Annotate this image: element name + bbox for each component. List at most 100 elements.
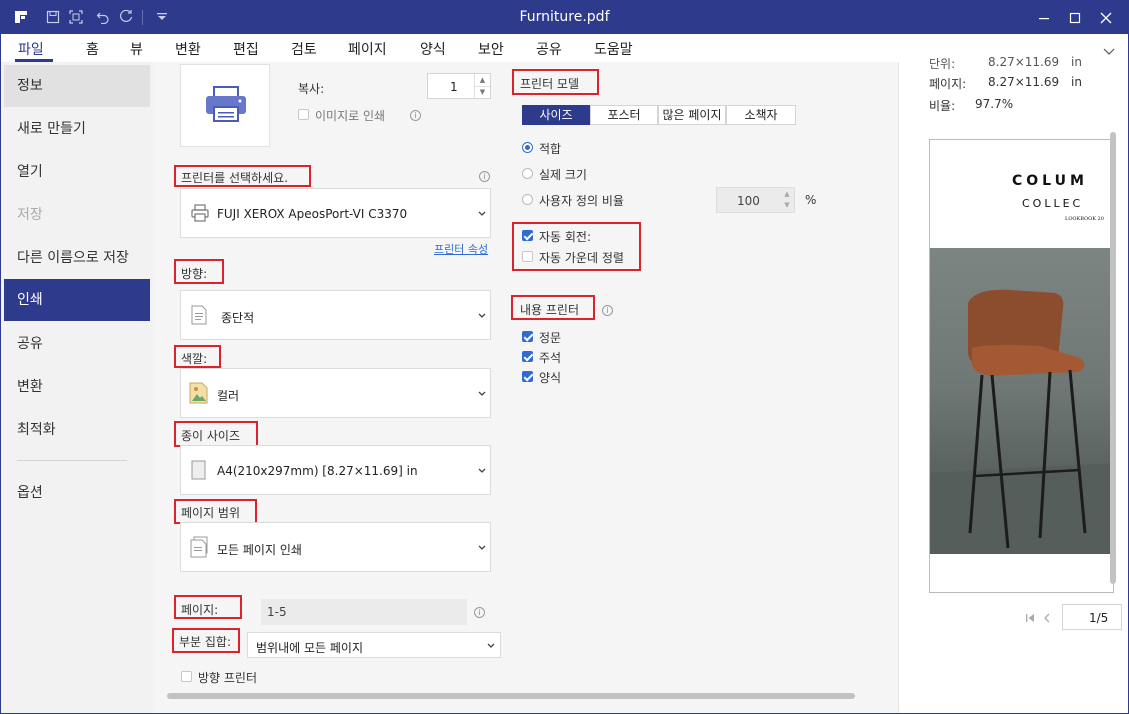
subset-label: 부분 집합: bbox=[179, 635, 232, 649]
document-checkbox[interactable] bbox=[522, 331, 533, 342]
annotations-checkbox[interactable] bbox=[522, 351, 533, 362]
printer-model-label: 프린터 모델 bbox=[520, 77, 580, 91]
auto-center-label: 자동 가운데 정렬 bbox=[539, 251, 624, 265]
menu-share[interactable]: 공유 bbox=[536, 39, 562, 59]
menu-form[interactable]: 양식 bbox=[420, 39, 446, 59]
print-settings-panel: 복사: 1 ▲ ▼ 이미지로 인쇄 i 프린터를 선택하세요. i FUJI X… bbox=[153, 62, 898, 713]
sidebar-item-info[interactable]: 정보 bbox=[4, 65, 150, 107]
pages-label: 페이지: bbox=[181, 603, 219, 617]
sidebar-item-options[interactable]: 옵션 bbox=[4, 472, 150, 514]
copies-value[interactable]: 1 bbox=[450, 80, 458, 94]
copies-up-icon[interactable]: ▲ bbox=[474, 74, 490, 86]
scale-up-icon[interactable]: ▲ bbox=[779, 188, 795, 200]
preview-cut-label: 단위: bbox=[929, 57, 956, 71]
menu-view[interactable]: 뷰 bbox=[130, 39, 143, 59]
horizontal-scrollbar[interactable] bbox=[167, 693, 855, 699]
sidebar-item-convert[interactable]: 변환 bbox=[4, 366, 150, 408]
chair-image-icon bbox=[930, 289, 1113, 554]
printer-properties-link[interactable]: 프린터 속성 bbox=[434, 241, 488, 257]
chevron-down-icon bbox=[478, 468, 486, 473]
menu-edit[interactable]: 편집 bbox=[233, 39, 259, 59]
print-as-image-info-icon[interactable]: i bbox=[410, 110, 421, 121]
tab-poster[interactable]: 포스터 bbox=[590, 105, 658, 125]
chevron-down-icon bbox=[478, 391, 486, 396]
sidebar-item-save-as[interactable]: 다른 이름으로 저장 bbox=[4, 237, 150, 279]
copies-down-icon[interactable]: ▼ bbox=[474, 86, 490, 98]
orientation-dropdown[interactable]: 종단적 bbox=[180, 290, 491, 340]
sidebar-item-new[interactable]: 새로 만들기 bbox=[4, 108, 150, 150]
print-preview-panel: 단위: 8.27×11.69 in 페이지: 8.27×11.69 in 비율:… bbox=[898, 55, 1128, 713]
app-window: Furniture.pdf 파일 홈 뷰 변환 편집 검토 페이지 양식 보안 … bbox=[0, 0, 1129, 714]
select-printer-info-icon[interactable]: i bbox=[479, 171, 490, 182]
menu-bar: 파일 홈 뷰 변환 편집 검토 페이지 양식 보안 공유 도움말 bbox=[1, 34, 1128, 62]
paper-icon bbox=[191, 460, 206, 480]
copies-spinner[interactable]: 1 ▲ ▼ bbox=[427, 73, 491, 99]
maximize-button[interactable] bbox=[1062, 5, 1088, 31]
ribbon-collapse-icon[interactable] bbox=[1103, 45, 1115, 59]
sidebar-item-share[interactable]: 공유 bbox=[4, 323, 150, 365]
tab-size[interactable]: 사이즈 bbox=[522, 105, 590, 125]
first-page-icon[interactable] bbox=[1025, 612, 1035, 626]
pages-value: 1-5 bbox=[267, 605, 287, 619]
auto-center-checkbox[interactable] bbox=[522, 251, 533, 262]
printer-dropdown[interactable]: FUJI XEROX ApeosPort-VI C3370 bbox=[180, 188, 491, 238]
tab-multiple-pages[interactable]: 많은 페이지 bbox=[658, 105, 726, 125]
forms-checkbox[interactable] bbox=[522, 371, 533, 382]
page-range-dropdown[interactable]: 모든 페이지 인쇄 bbox=[180, 522, 491, 572]
orientation-value: 종단적 bbox=[221, 311, 255, 325]
previous-page-icon[interactable] bbox=[1043, 612, 1051, 626]
printer-card bbox=[180, 64, 270, 147]
pages-icon bbox=[190, 536, 208, 558]
menu-convert[interactable]: 변환 bbox=[175, 39, 201, 59]
auto-rotate-label: 자동 회전: bbox=[539, 230, 592, 244]
printer-model-tabs: 사이즈 포스터 많은 페이지 소책자 bbox=[522, 105, 796, 125]
menu-review[interactable]: 검토 bbox=[291, 39, 317, 59]
color-label: 색깔: bbox=[181, 352, 208, 366]
menu-security[interactable]: 보안 bbox=[478, 39, 504, 59]
content-printer-label: 내용 프린터 bbox=[520, 303, 580, 317]
color-dropdown[interactable]: 컬러 bbox=[180, 368, 491, 418]
sidebar-item-open[interactable]: 열기 bbox=[4, 151, 150, 193]
actual-size-radio[interactable] bbox=[522, 168, 533, 179]
menu-file[interactable]: 파일 bbox=[18, 39, 44, 59]
chevron-down-icon bbox=[478, 545, 486, 550]
content-printer-info-icon[interactable]: i bbox=[602, 305, 613, 316]
preview-ratio-label: 비율: bbox=[929, 99, 956, 113]
sidebar-item-optimize[interactable]: 최적화 bbox=[4, 409, 150, 451]
custom-scale-label: 사용자 정의 비율 bbox=[539, 194, 624, 208]
custom-scale-spinner[interactable]: 100 ▲ ▼ bbox=[716, 187, 795, 213]
orientation-label: 방향: bbox=[181, 267, 208, 281]
page-number-input[interactable]: 1/5 bbox=[1062, 604, 1122, 630]
pages-info-icon[interactable]: i bbox=[474, 607, 485, 618]
sidebar-item-print[interactable]: 인쇄 bbox=[4, 279, 150, 321]
menu-page[interactable]: 페이지 bbox=[348, 39, 387, 59]
forms-label: 양식 bbox=[539, 371, 562, 385]
subset-value: 범위내에 모든 페이지 bbox=[256, 641, 363, 655]
color-value: 컬러 bbox=[217, 389, 240, 403]
fit-radio[interactable] bbox=[522, 142, 533, 153]
page-small-text: LOOKBOOK 20 bbox=[1065, 216, 1104, 222]
reverse-printer-label: 방향 프린터 bbox=[198, 671, 258, 685]
close-button[interactable] bbox=[1093, 5, 1119, 31]
printer-icon bbox=[206, 86, 246, 122]
chevron-down-icon bbox=[478, 313, 486, 318]
paper-size-dropdown[interactable]: A4(210x297mm) [8.27×11.69] in bbox=[180, 445, 491, 495]
preview-page-unit: in bbox=[1071, 75, 1082, 89]
auto-rotate-checkbox[interactable] bbox=[522, 230, 533, 241]
preview-vertical-scrollbar[interactable] bbox=[1110, 132, 1116, 584]
menu-home[interactable]: 홈 bbox=[86, 39, 99, 59]
minimize-button[interactable] bbox=[1031, 5, 1057, 31]
print-as-image-checkbox[interactable] bbox=[298, 109, 309, 120]
menu-help[interactable]: 도움말 bbox=[594, 39, 633, 59]
tab-booklet[interactable]: 소책자 bbox=[726, 105, 796, 125]
subset-dropdown[interactable]: 범위내에 모든 페이지 bbox=[247, 632, 501, 658]
sidebar-item-save[interactable]: 저장 bbox=[4, 194, 150, 236]
chevron-down-icon bbox=[487, 643, 495, 648]
custom-scale-radio[interactable] bbox=[522, 194, 533, 205]
pages-input[interactable]: 1-5 bbox=[261, 599, 467, 625]
paper-size-value: A4(210x297mm) [8.27×11.69] in bbox=[217, 464, 418, 478]
reverse-printer-checkbox[interactable] bbox=[181, 671, 192, 682]
scale-down-icon[interactable]: ▼ bbox=[779, 200, 795, 212]
preview-page: COLUM COLLEC LOOKBOOK 20 bbox=[929, 139, 1114, 593]
fit-label: 적합 bbox=[539, 142, 562, 156]
